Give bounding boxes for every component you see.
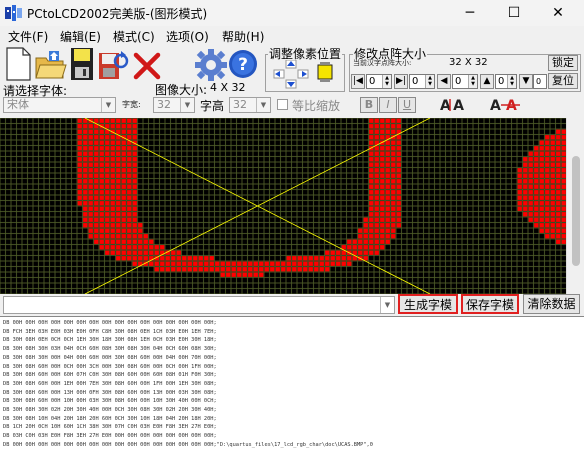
new-file-icon[interactable] xyxy=(4,47,32,81)
window-title: PCtoLCD2002完美版-(图形模式) xyxy=(27,7,208,21)
close-button[interactable]: ✕ xyxy=(536,0,580,26)
svg-text:A: A xyxy=(490,98,501,114)
menu-bar: 文件(F) 编辑(E) 模式(C) 选项(O) 帮助(H) xyxy=(0,26,584,44)
spin-extra[interactable]: 0 xyxy=(533,74,547,89)
maximize-button[interactable]: ☐ xyxy=(492,0,536,26)
shrink-left-button[interactable]: |◀ xyxy=(351,74,365,89)
lock-button[interactable]: 锁定 xyxy=(548,55,578,71)
spin-top[interactable]: 0 ▲ ▼ xyxy=(452,74,478,89)
image-size-label: 图像大小: xyxy=(155,83,208,97)
save-disk-icon[interactable] xyxy=(70,47,94,81)
settings-gear-icon[interactable] xyxy=(195,49,227,81)
delete-icon[interactable] xyxy=(133,52,161,80)
char-height-label: 字高 xyxy=(200,99,225,113)
output-textarea[interactable]: DB 00H 00H 00H 00H 00H 00H 00H 00H 00H 0… xyxy=(0,316,584,467)
output-format-combo[interactable]: ▼ xyxy=(3,296,395,314)
proportional-checkbox[interactable] xyxy=(277,99,288,110)
flip-icons[interactable]: A A xyxy=(488,95,526,115)
spin-left[interactable]: 0 ▲ ▼ xyxy=(366,74,392,89)
font-select[interactable]: 宋体 ▼ xyxy=(3,97,116,113)
shrink-right-button[interactable]: ◀ xyxy=(437,74,451,89)
output-text: DB 00H 00H 00H 00H 00H 00H 00H 00H 00H 0… xyxy=(3,319,581,450)
current-size-label: 当前汉字点阵大小: xyxy=(353,59,412,67)
output-line: DB 30H 08H 30H 02H 20H 30H 40H 00H 0CH 3… xyxy=(3,407,217,414)
dot-matrix-area xyxy=(0,118,584,294)
bold-button[interactable]: B xyxy=(360,97,378,113)
output-line: DB 30H 08H 30H 03H 04H 0CH 60H 08H 30H 0… xyxy=(3,346,217,353)
output-line: DB 03H C0H 03H E0H F8H 3EH 27H E0H 00H 0… xyxy=(3,433,217,440)
output-line: DB 30H 08H 10H 04H 20H 18H 20H 60H 0CH 3… xyxy=(3,415,217,422)
svg-text:?: ? xyxy=(238,55,248,75)
proportional-label: 等比缩放 xyxy=(292,99,341,113)
clear-button[interactable]: 清除数据 xyxy=(523,294,580,314)
menu-options[interactable]: 选项(O) xyxy=(166,28,209,45)
save-as-icon[interactable] xyxy=(97,49,129,81)
scrollbar-thumb[interactable] xyxy=(572,156,580,266)
toolbar: ? 调整像素位置 修改点阵大小 当前汉字点阵大小: 32 X 32 锁定 复位 … xyxy=(0,44,584,94)
output-line: DB 1CH 20H 0CH 10H 60H 1CH 38H 30H 07H C… xyxy=(3,424,217,431)
mirror-icons[interactable]: A A xyxy=(438,95,476,115)
open-folder-icon[interactable] xyxy=(35,50,67,80)
svg-text:A: A xyxy=(506,98,517,114)
image-size-value: 4 X 32 xyxy=(210,81,246,94)
output-line: DB 30H 08H 60H 00H 1EH 00H 7EH 30H 08H 6… xyxy=(3,380,217,387)
output-line: DB 00H 00H 00H 00H 00H 00H 00H 00H 00H 0… xyxy=(3,441,373,448)
title-bar: PCtoLCD2002完美版-(图形模式) ─ ☐ ✕ xyxy=(0,0,584,26)
save-button[interactable]: 保存字模 xyxy=(461,294,519,314)
output-line: DB 30H 08H 30H 00H 04H 00H 60H 00H 30H 0… xyxy=(3,354,217,361)
menu-help[interactable]: 帮助(H) xyxy=(222,28,264,45)
italic-button[interactable]: I xyxy=(379,97,397,113)
output-line: DB 30H 08H 0EH 0CH 0CH 1EH 30H 18H 30H 0… xyxy=(3,337,217,344)
dot-matrix-canvas[interactable] xyxy=(0,118,566,294)
matrix-vertical-scrollbar[interactable] xyxy=(566,118,584,294)
menu-file[interactable]: 文件(F) xyxy=(8,28,48,45)
output-line: DB 30H 08H 60H 00H 10H 00H 03H 30H 08H 6… xyxy=(3,398,217,405)
pixel-shift-arrows[interactable] xyxy=(272,60,340,90)
spin-bottom[interactable]: 0 ▲ ▼ xyxy=(495,74,517,89)
menu-mode[interactable]: 模式(C) xyxy=(113,28,155,45)
char-width-label: 字宽: xyxy=(122,100,141,109)
help-icon[interactable]: ? xyxy=(228,49,258,79)
output-line: DB 30H 08H 60H 00H 0CH 00H 3CH 00H 30H 0… xyxy=(3,363,217,370)
expand-bottom-button[interactable]: ▼ xyxy=(519,74,533,89)
output-line: DB 30H 08H 60H 00H 60H 07H C0H 30H 08H 6… xyxy=(3,372,217,379)
char-height-select[interactable]: 32 ▼ xyxy=(229,97,271,113)
svg-text:A: A xyxy=(453,98,464,114)
app-logo-icon xyxy=(5,5,22,21)
underline-button[interactable]: U xyxy=(398,97,416,113)
current-size-value: 32 X 32 xyxy=(449,57,488,68)
output-line: DB 30H 08H 60H 00H 13H 00H 0FH 30H 08H 6… xyxy=(3,389,217,396)
char-width-select[interactable]: 32 ▼ xyxy=(153,97,195,113)
restore-button[interactable]: 复位 xyxy=(548,73,578,89)
generate-button[interactable]: 生成字模 xyxy=(398,294,458,314)
spin-right[interactable]: 0 ▲ ▼ xyxy=(409,74,435,89)
expand-left-button[interactable]: ▶| xyxy=(394,74,408,89)
minimize-button[interactable]: ─ xyxy=(448,0,492,26)
font-settings-row: 请选择字体: 宋体 ▼ 字宽: 32 ▼ 图像大小: 4 X 32 字高 32 ▼ 等… xyxy=(0,81,584,118)
output-line: DB FCH 3EH 03H E0H 03H E0H 0FH C8H 30H 0… xyxy=(3,328,217,335)
expand-top-button[interactable]: ▲ xyxy=(480,74,494,89)
output-line: DB 00H 00H 00H 00H 00H 00H 00H 00H 00H 0… xyxy=(3,320,217,326)
output-controls: ▼ 生成字模 保存字模 清除数据 xyxy=(0,294,584,316)
menu-edit[interactable]: 编辑(E) xyxy=(60,28,101,45)
